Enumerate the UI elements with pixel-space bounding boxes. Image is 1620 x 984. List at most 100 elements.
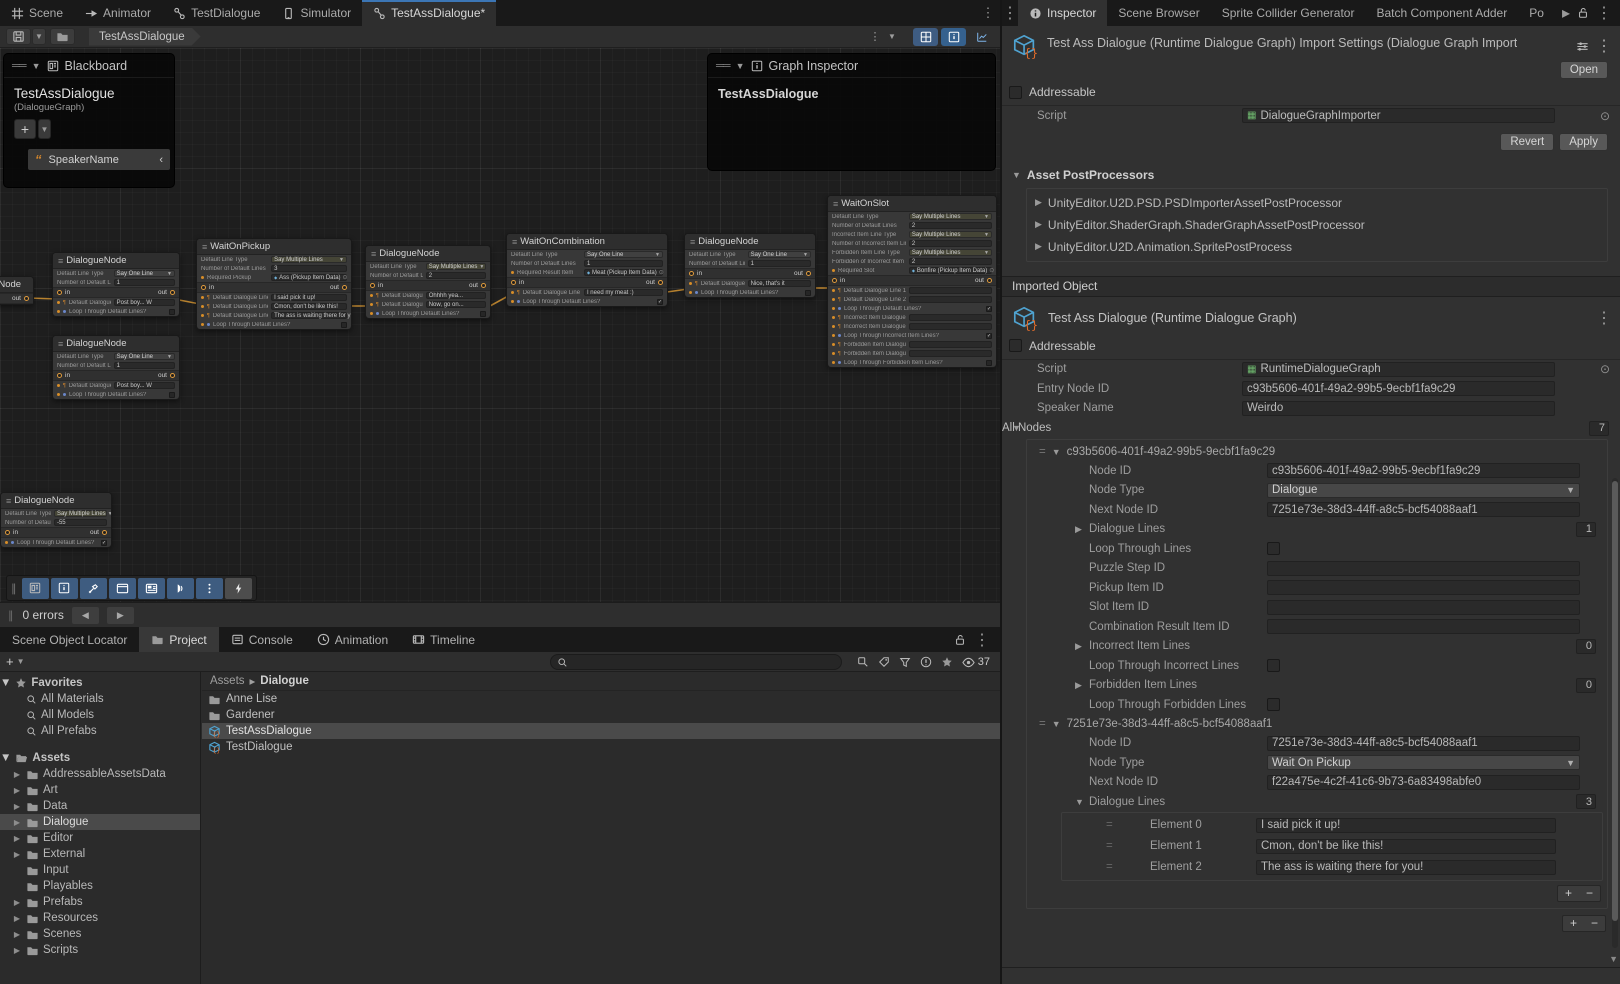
lock-icon[interactable] (954, 634, 966, 646)
create-asset-button[interactable]: + (6, 654, 14, 669)
blackboard-header[interactable]: ══ ▼ Blackboard (4, 54, 174, 78)
node-checkbox[interactable]: ✓ (986, 333, 992, 339)
node-collapse-icon[interactable]: ≡ (58, 339, 62, 349)
scrollbar-thumb[interactable] (1612, 481, 1618, 921)
graph-canvas[interactable]: ≡StartNodeout ≡DialogueNodeDefault Line T… (0, 48, 1000, 602)
all-nodes-foldout[interactable]: ▼ All Nodes 7 (1002, 418, 1620, 438)
transition-toggle-button[interactable] (167, 578, 194, 599)
output-port[interactable] (170, 290, 175, 295)
node-text-field[interactable]: 2 (426, 272, 486, 279)
apply-button[interactable]: Apply (1559, 133, 1608, 151)
importer-kebab-icon[interactable]: ⋮ (1596, 36, 1612, 56)
tree-item-scripts[interactable]: ▶Scripts (0, 942, 200, 958)
expand-arrow-icon[interactable]: ▶ (12, 802, 22, 811)
node-checkbox[interactable] (169, 309, 175, 315)
presets-icon[interactable] (1576, 36, 1589, 56)
filter-icon[interactable] (899, 656, 911, 668)
node-dropdown[interactable]: Say One Line▼ (114, 270, 175, 277)
object-picker-icon[interactable]: ⊙ (343, 274, 348, 281)
open-button[interactable]: Open (1560, 61, 1608, 79)
graph-node-waitonpickup-2[interactable]: ≡WaitOnPickupDefault Line TypeSay Multip… (196, 238, 352, 330)
speaker-name-field[interactable]: Weirdo (1242, 401, 1555, 416)
tree-item-data[interactable]: ▶Data (0, 798, 200, 814)
node-text-field[interactable]: 1 (584, 260, 663, 267)
drag-handle-icon[interactable]: = (1106, 840, 1113, 852)
graph-inspector-header[interactable]: ══ ▼ Graph Inspector (708, 54, 995, 78)
expand-arrow-icon[interactable]: ▶ (12, 850, 22, 859)
tree-item-external[interactable]: ▶External (0, 846, 200, 862)
project-folder-tree[interactable]: ▼FavoritesAll MaterialsAll ModelsAll Pre… (0, 672, 201, 984)
toolbar-drag-handle[interactable]: ∥ (11, 582, 18, 595)
assets-section[interactable]: ▼Assets (0, 749, 200, 766)
postprocessor-shadergraphassetpostprocessor[interactable]: ▶UnityEditor.ShaderGraph.ShaderGraphAsse… (1027, 214, 1607, 236)
node-line-field[interactable] (909, 314, 992, 321)
element-field[interactable]: I said pick it up! (1256, 818, 1556, 833)
node-object-field[interactable]: ◆Ass (Pickup Item Data)⊙ (271, 274, 347, 281)
tree-item-scenes[interactable]: ▶Scenes (0, 926, 200, 942)
foldout-arrow-icon[interactable]: ▼ (1075, 797, 1084, 807)
dropdown[interactable]: Dialogue▼ (1267, 483, 1580, 498)
node-collapse-icon[interactable]: ≡ (6, 496, 10, 506)
graph-node-dialoguenode-1[interactable]: ≡DialogueNodeDefault Line TypeSay One Li… (52, 252, 180, 317)
tab-scene-browser[interactable]: Scene Browser (1107, 0, 1210, 26)
breadcrumb-dialogue[interactable]: Dialogue (260, 675, 309, 687)
file-item-anne-lise[interactable]: Anne Lise (202, 691, 1000, 707)
object-picker-icon[interactable]: ⊙ (989, 267, 994, 274)
drag-handle-icon[interactable]: ══ (716, 60, 730, 72)
node-collapse-icon[interactable]: ≡ (690, 237, 694, 247)
input-port[interactable] (370, 283, 375, 288)
more-toggle-button[interactable] (196, 578, 223, 599)
node-checkbox[interactable] (986, 360, 992, 366)
node-line-field[interactable] (909, 323, 992, 330)
pane-menu-icon[interactable]: ⋮ (974, 630, 990, 650)
node-line-field[interactable]: Now, go on... (426, 301, 486, 308)
element-field[interactable]: The ass is waiting there for you! (1256, 860, 1556, 875)
breadcrumb-assets[interactable]: Assets (210, 675, 245, 687)
expand-arrow-icon[interactable]: ▶ (12, 770, 22, 779)
node-line-field[interactable]: Post boy... W (114, 382, 175, 389)
chart-view-button[interactable] (969, 28, 994, 46)
text-field[interactable] (1267, 580, 1580, 595)
project-file-list[interactable]: Assets▸Dialogue Anne LiseGardener{}TestA… (202, 672, 1000, 984)
node-object-field[interactable]: ◆Bonfire (Pickup Item Data)⊙ (909, 267, 992, 274)
text-field[interactable] (1267, 600, 1580, 615)
output-port[interactable] (102, 530, 107, 535)
graph-node-waitoncombination-5[interactable]: ≡WaitOnCombinationDefault Line TypeSay O… (506, 233, 668, 307)
text-field[interactable] (1267, 561, 1580, 576)
input-port[interactable] (832, 278, 837, 283)
expand-arrow-icon[interactable]: ▶ (12, 914, 22, 923)
output-port[interactable] (170, 373, 175, 378)
node-line-field[interactable]: Post boy... W (114, 299, 175, 306)
runtime-script-field[interactable]: ▦RuntimeDialogueGraph (1242, 362, 1555, 377)
node-dropdown[interactable]: Say Multiple Lines▼ (909, 213, 992, 220)
window-toggle-button[interactable] (109, 578, 136, 599)
input-port[interactable] (201, 285, 206, 290)
file-item-gardener[interactable]: Gardener (202, 707, 1000, 723)
tab-testassdialogue[interactable]: TestAssDialogue* (362, 0, 496, 26)
node-title-bar[interactable]: ≡DialogueNode (366, 246, 490, 262)
pane-menu-icon[interactable]: ⋮ (1596, 3, 1612, 23)
node-line-field[interactable]: Nice, that's it (748, 280, 811, 287)
node-title-bar[interactable]: ≡DialogueNode (53, 253, 179, 269)
tab-project[interactable]: Project (139, 627, 218, 652)
postprocessors-foldout[interactable]: ▼ Asset PostProcessors (1002, 159, 1620, 186)
tools-toggle-button[interactable] (80, 578, 107, 599)
doc-tabs-overflow-icon[interactable]: ⋮ (976, 0, 1000, 26)
script-field[interactable]: ▦DialogueGraphImporter (1242, 108, 1555, 123)
tab-scene[interactable]: Scene (0, 0, 74, 26)
errors-drag-handle[interactable]: ∥ (8, 609, 15, 622)
addressable-checkbox-2[interactable] (1009, 339, 1022, 352)
tab-timeline[interactable]: Timeline (400, 627, 487, 652)
checkbox[interactable] (1267, 542, 1280, 555)
node-title-bar[interactable]: ≡WaitOnSlot (828, 196, 996, 212)
input-port[interactable] (57, 290, 62, 295)
text-field[interactable]: 7251e73e-38d3-44ff-a8c5-bcf54088aaf1 (1267, 502, 1580, 517)
node-dropdown[interactable]: Say Multiple Lines▼ (271, 256, 347, 263)
input-port[interactable] (689, 271, 694, 276)
graph-node-startnode-0[interactable]: ≡StartNodeout (0, 276, 34, 305)
node-checkbox[interactable] (341, 322, 347, 328)
node-checkbox[interactable]: ✓ (101, 540, 107, 546)
blackboard-panel[interactable]: ══ ▼ Blackboard TestAssDialogue (Dialogu… (3, 53, 175, 188)
node-collapse-icon[interactable]: ≡ (371, 249, 375, 259)
tab-animation[interactable]: Animation (305, 627, 400, 652)
